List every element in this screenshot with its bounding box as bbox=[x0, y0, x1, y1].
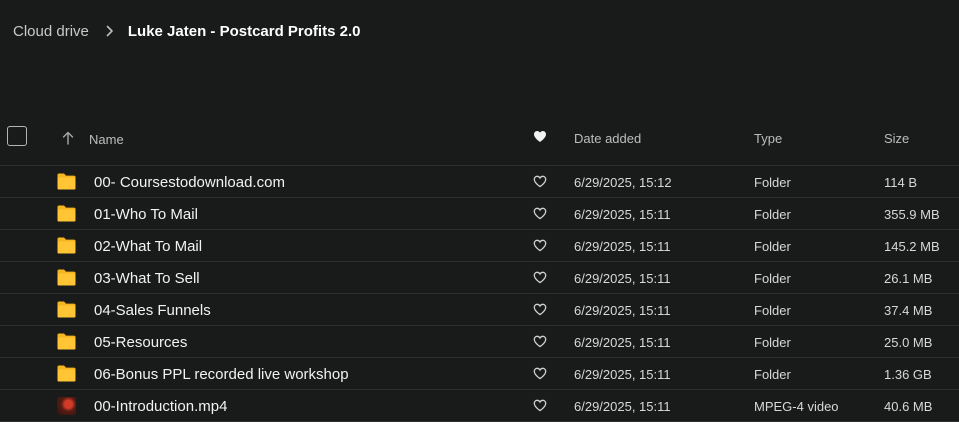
file-type: MPEG-4 video bbox=[754, 399, 839, 414]
file-name[interactable]: 05-Resources bbox=[94, 334, 187, 351]
table-row[interactable]: 00- Coursestodownload.com 6/29/2025, 15:… bbox=[0, 166, 959, 198]
file-size: 145.2 MB bbox=[884, 239, 940, 254]
file-size: 1.36 GB bbox=[884, 367, 932, 382]
heart-outline-icon[interactable] bbox=[533, 207, 547, 225]
file-list: 00- Coursestodownload.com 6/29/2025, 15:… bbox=[0, 166, 959, 422]
column-header-type[interactable]: Type bbox=[754, 131, 782, 146]
sort-ascending-icon[interactable] bbox=[62, 131, 74, 150]
column-header-name[interactable]: Name bbox=[89, 132, 124, 147]
heart-filled-icon[interactable] bbox=[533, 130, 547, 148]
file-type: Folder bbox=[754, 271, 791, 286]
folder-icon bbox=[57, 237, 76, 254]
folder-icon bbox=[57, 365, 76, 382]
folder-icon bbox=[57, 333, 76, 350]
table-row[interactable]: 06-Bonus PPL recorded live workshop 6/29… bbox=[0, 358, 959, 390]
date-added: 6/29/2025, 15:11 bbox=[574, 399, 671, 414]
date-added: 6/29/2025, 15:11 bbox=[574, 303, 671, 318]
date-added: 6/29/2025, 15:11 bbox=[574, 271, 671, 286]
date-added: 6/29/2025, 15:11 bbox=[574, 367, 671, 382]
table-row[interactable]: 01-Who To Mail 6/29/2025, 15:11 Folder 3… bbox=[0, 198, 959, 230]
file-name[interactable]: 02-What To Mail bbox=[94, 238, 202, 255]
table-row[interactable]: 03-What To Sell 6/29/2025, 15:11 Folder … bbox=[0, 262, 959, 294]
date-added: 6/29/2025, 15:11 bbox=[574, 335, 671, 350]
file-type: Folder bbox=[754, 367, 791, 382]
date-added: 6/29/2025, 15:11 bbox=[574, 239, 671, 254]
folder-icon bbox=[57, 269, 76, 286]
heart-outline-icon[interactable] bbox=[533, 175, 547, 193]
breadcrumb-current: Luke Jaten - Postcard Profits 2.0 bbox=[127, 22, 361, 40]
file-type: Folder bbox=[754, 207, 791, 222]
heart-outline-icon[interactable] bbox=[533, 399, 547, 417]
table-row[interactable]: 00-Introduction.mp4 6/29/2025, 15:11 MPE… bbox=[0, 390, 959, 422]
file-type: Folder bbox=[754, 175, 791, 190]
file-type: Folder bbox=[754, 335, 791, 350]
file-size: 114 B bbox=[884, 175, 918, 190]
date-added: 6/29/2025, 15:11 bbox=[574, 207, 671, 222]
table-row[interactable]: 05-Resources 6/29/2025, 15:11 Folder 25.… bbox=[0, 326, 959, 358]
column-header-size[interactable]: Size bbox=[884, 131, 909, 146]
date-added: 6/29/2025, 15:12 bbox=[574, 175, 672, 190]
file-name[interactable]: 01-Who To Mail bbox=[94, 206, 198, 223]
heart-outline-icon[interactable] bbox=[533, 367, 547, 385]
video-thumbnail bbox=[57, 397, 76, 415]
file-size: 355.9 MB bbox=[884, 207, 940, 222]
folder-icon bbox=[57, 173, 76, 190]
breadcrumb-root[interactable]: Cloud drive bbox=[13, 23, 89, 40]
file-size: 25.0 MB bbox=[884, 335, 933, 350]
table-row[interactable]: 02-What To Mail 6/29/2025, 15:11 Folder … bbox=[0, 230, 959, 262]
folder-icon bbox=[57, 205, 76, 222]
table-header: Name Date added Type Size bbox=[0, 121, 959, 166]
file-type: Folder bbox=[754, 303, 791, 318]
file-name[interactable]: 04-Sales Funnels bbox=[94, 302, 211, 319]
folder-icon bbox=[57, 301, 76, 318]
chevron-right-icon bbox=[106, 25, 114, 37]
heart-outline-icon[interactable] bbox=[533, 271, 547, 289]
file-size: 40.6 MB bbox=[884, 399, 933, 414]
file-name[interactable]: 06-Bonus PPL recorded live workshop bbox=[94, 366, 349, 383]
heart-outline-icon[interactable] bbox=[533, 303, 547, 321]
heart-outline-icon[interactable] bbox=[533, 239, 547, 257]
file-name[interactable]: 00- Coursestodownload.com bbox=[94, 174, 285, 191]
breadcrumb: Cloud drive Luke Jaten - Postcard Profit… bbox=[13, 22, 360, 40]
file-size: 37.4 MB bbox=[884, 303, 933, 318]
table-row[interactable]: 04-Sales Funnels 6/29/2025, 15:11 Folder… bbox=[0, 294, 959, 326]
select-all-checkbox[interactable] bbox=[7, 126, 27, 146]
column-header-date[interactable]: Date added bbox=[574, 131, 641, 146]
file-name[interactable]: 00-Introduction.mp4 bbox=[94, 398, 227, 415]
file-type: Folder bbox=[754, 239, 791, 254]
heart-outline-icon[interactable] bbox=[533, 335, 547, 353]
file-size: 26.1 MB bbox=[884, 271, 933, 286]
file-name[interactable]: 03-What To Sell bbox=[94, 270, 200, 287]
